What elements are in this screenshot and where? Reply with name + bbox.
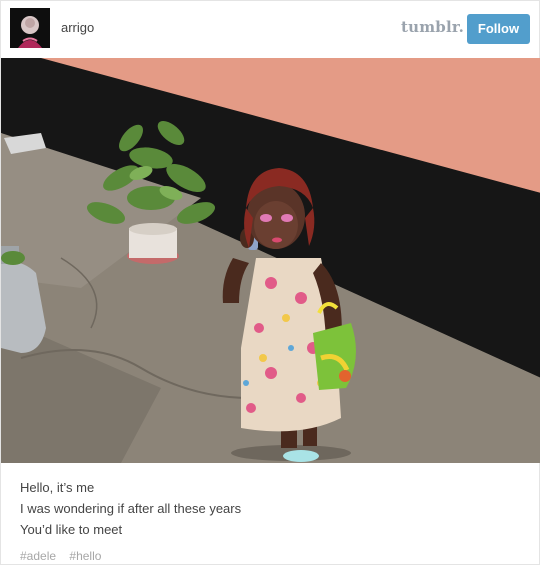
- post-caption: Hello, it’s me I was wondering if after …: [20, 477, 241, 540]
- follow-button[interactable]: Follow: [467, 14, 530, 44]
- tag-link[interactable]: #adele: [20, 549, 56, 563]
- tumblr-logo[interactable]: tumblr.: [401, 18, 464, 36]
- caption-line: You’d like to meet: [20, 522, 123, 537]
- post-photo[interactable]: [1, 58, 540, 463]
- caption-line: I was wondering if after all these years: [20, 501, 242, 516]
- avatar[interactable]: [10, 8, 50, 48]
- post-header: arrigo tumblr. Follow: [1, 1, 540, 58]
- photo-image: [1, 58, 540, 463]
- caption-line: Hello, it’s me: [20, 480, 95, 495]
- post-tags: #adele #hello: [20, 549, 111, 563]
- avatar-image: [10, 8, 50, 48]
- username-link[interactable]: arrigo: [61, 20, 94, 35]
- tag-link[interactable]: #hello: [69, 549, 101, 563]
- tumblr-post: arrigo tumblr. Follow Hello, it’s me I w…: [0, 0, 540, 565]
